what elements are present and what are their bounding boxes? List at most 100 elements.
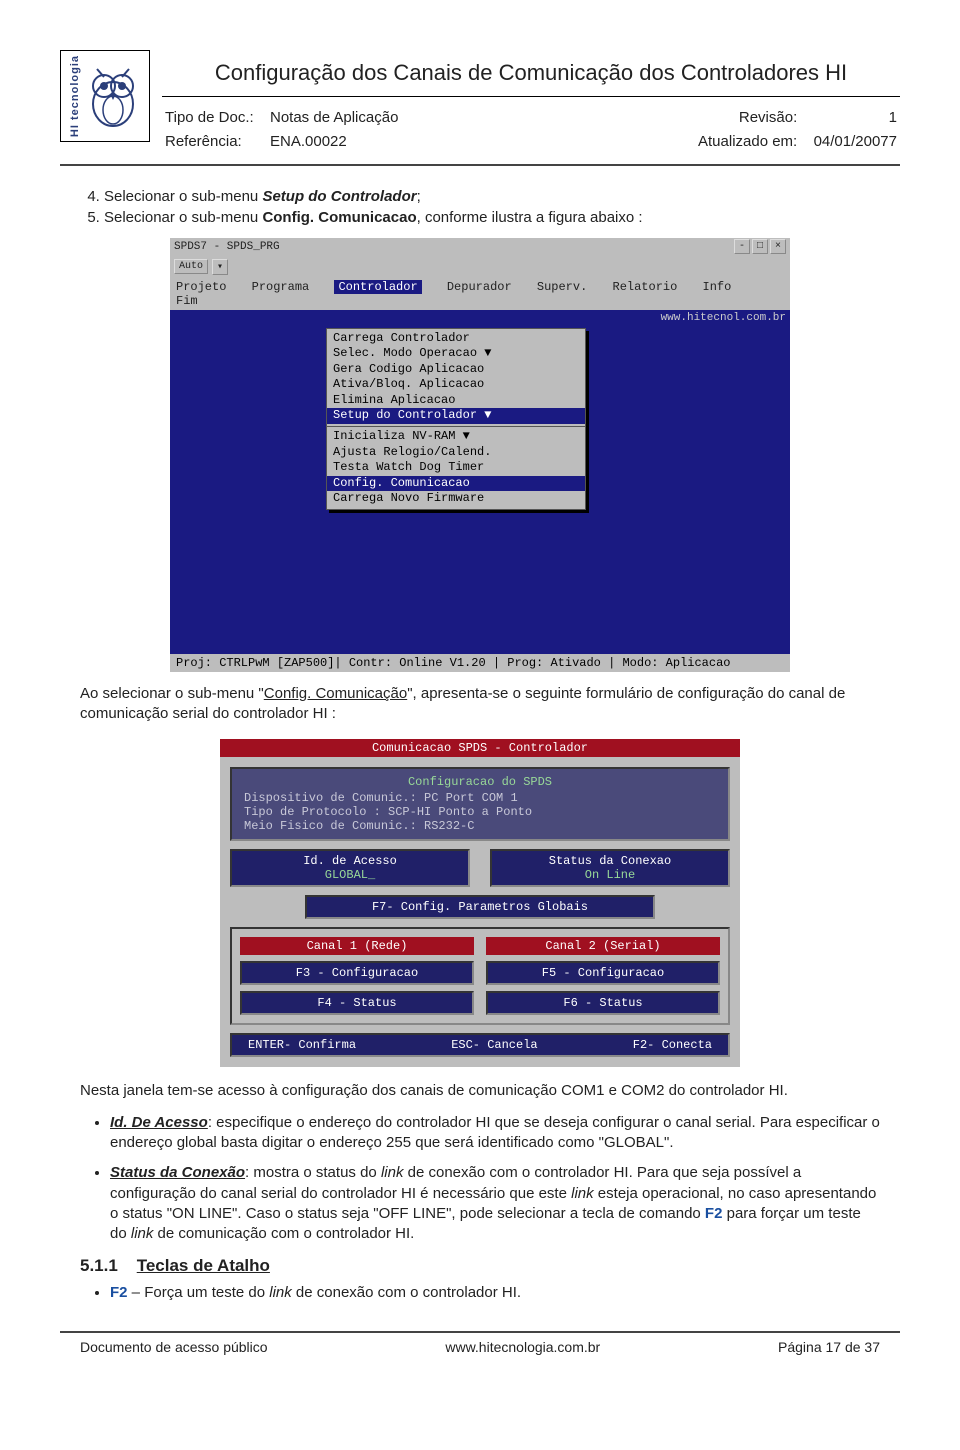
dd-ajusta: Ajusta Relogio/Calend. xyxy=(333,445,579,461)
sub-bullet-text2: de conexão com o controlador HI. xyxy=(292,1284,521,1301)
footer-right: Página 17 de 37 xyxy=(778,1339,880,1355)
step-5-text-c: , conforme ilustra a figura abaixo : xyxy=(417,209,643,226)
mid-paragraph: Ao selecionar o sub-menu "Config. Comuni… xyxy=(80,684,880,725)
sub-bullet-link: link xyxy=(269,1284,292,1301)
bullet-status-conexao: Status da Conexão: mostra o status do li… xyxy=(110,1163,880,1244)
toolbar-icon: ▾ xyxy=(212,259,228,275)
page-footer: Documento de acesso público www.hitecnol… xyxy=(60,1339,900,1355)
screenshot-spds-menu: SPDS7 - SPDS_PRG - □ × Auto ▾ Projeto Pr… xyxy=(170,238,790,673)
ss2-canal2-title: Canal 2 (Serial) xyxy=(486,937,720,955)
meta-doctype-value: Notas de Aplicação xyxy=(269,107,399,129)
ss2-f3: F3 - Configuracao xyxy=(240,961,474,985)
ss2-id-acesso: Id. de Acesso GLOBAL_ xyxy=(230,849,470,887)
ss2-title: Comunicacao SPDS - Controlador xyxy=(220,739,740,757)
dd-carrega: Carrega Controlador xyxy=(333,331,579,347)
dd-setup: Setup do Controlador ▼ xyxy=(327,408,585,424)
ss2-f7: F7- Config. Parametros Globais xyxy=(305,895,655,919)
mid-para-a: Ao selecionar o sub-menu " xyxy=(80,685,264,702)
dd-gera: Gera Codigo Aplicacao xyxy=(333,362,579,378)
dd-firmware: Carrega Novo Firmware xyxy=(333,491,579,507)
ss2-canal1-title: Canal 1 (Rede) xyxy=(240,937,474,955)
bullet-id-acesso: Id. De Acesso: especifique o endereço do… xyxy=(110,1113,880,1154)
sub-num: 5.1.1 xyxy=(80,1256,118,1275)
ss2-f4: F4 - Status xyxy=(240,991,474,1015)
menu-controlador: Controlador xyxy=(334,280,421,294)
step-4-text-c: ; xyxy=(417,188,421,205)
ss2-id-title: Id. de Acesso xyxy=(244,854,456,868)
ss2-footer: ENTER- Confirma ESC- Cancela F2- Conecta xyxy=(230,1033,730,1057)
meta-rev-value: 1 xyxy=(813,107,898,129)
doc-header: HI tecnologia Configuração dos Canais de… xyxy=(60,50,900,156)
ss2-meio: Meio Fisico de Comunic.: RS232-C xyxy=(244,819,716,833)
dd-elimina: Elimina Aplicacao xyxy=(333,393,579,409)
doc-title: Configuração dos Canais de Comunicação d… xyxy=(162,50,900,97)
close-icon: × xyxy=(770,239,786,254)
ss1-menubar: Projeto Programa Controlador Depurador S… xyxy=(170,278,790,310)
ss2-cfg-label: Configuracao do SPDS xyxy=(244,775,716,789)
ss2-esc: ESC- Cancela xyxy=(451,1038,537,1052)
ss2-dispositivo: Dispositivo de Comunic.: PC Port COM 1 xyxy=(244,791,716,805)
screenshot-comunicacao: Comunicacao SPDS - Controlador Configura… xyxy=(220,739,740,1067)
ss2-enter: ENTER- Confirma xyxy=(248,1038,356,1052)
bullet2-e: de comunicação com o controlador HI. xyxy=(153,1225,414,1242)
step-4-emph: Setup do Controlador xyxy=(262,188,416,205)
meta-ref-label: Referência: xyxy=(164,131,255,153)
subsection-heading: 5.1.1 Teclas de Atalho xyxy=(80,1256,880,1276)
ss1-auto-select: Auto xyxy=(174,259,208,274)
ss2-f5: F5 - Configuracao xyxy=(486,961,720,985)
numbered-steps: Selecionar o sub-menu Setup do Controlad… xyxy=(104,188,880,226)
menu-programa: Programa xyxy=(252,280,310,294)
meta-ref-value: ENA.00022 xyxy=(269,131,399,153)
ss1-url: www.hitecnol.com.br xyxy=(174,312,786,324)
sub-bullet-list: F2 – Força um teste do link de conexão c… xyxy=(110,1284,880,1301)
doc-meta: Tipo de Doc.: Notas de Aplicação Referên… xyxy=(162,97,900,156)
dd-ativa: Ativa/Bloq. Aplicacao xyxy=(333,377,579,393)
meta-doctype-label: Tipo de Doc.: xyxy=(164,107,255,129)
ss2-stat-val: On Line xyxy=(504,868,716,882)
sub-bullet-f2: F2 – Força um teste do link de conexão c… xyxy=(110,1284,880,1301)
maximize-icon: □ xyxy=(752,239,768,254)
ss1-window-title: SPDS7 - SPDS_PRG xyxy=(174,241,280,253)
ss1-dropdown: Carrega Controlador Selec. Modo Operacao… xyxy=(326,328,586,511)
menu-info: Info xyxy=(703,280,732,294)
bullet2-label: Status da Conexão xyxy=(110,1164,245,1181)
brand-text: HI tecnologia xyxy=(69,55,81,137)
meta-date-value: 04/01/20077 xyxy=(813,131,898,153)
ss2-status-conexao: Status da Conexao On Line xyxy=(490,849,730,887)
bullet1-label: Id. De Acesso xyxy=(110,1114,208,1131)
ss2-id-val: GLOBAL_ xyxy=(244,868,456,882)
owl-icon xyxy=(85,64,141,128)
sub-bullet-text: – Força um teste do xyxy=(128,1284,270,1301)
menu-depurador: Depurador xyxy=(447,280,512,294)
dd-testa: Testa Watch Dog Timer xyxy=(333,460,579,476)
ss2-config-spds: Configuracao do SPDS Dispositivo de Comu… xyxy=(230,767,730,841)
meta-rev-label: Revisão: xyxy=(697,107,798,129)
ss2-f6: F6 - Status xyxy=(486,991,720,1015)
meta-date-label: Atualizado em: xyxy=(697,131,798,153)
sub-title: Teclas de Atalho xyxy=(137,1256,270,1275)
footer-separator xyxy=(60,1331,900,1333)
step-4: Selecionar o sub-menu Setup do Controlad… xyxy=(104,188,880,205)
header-separator xyxy=(60,164,900,166)
minimize-icon: - xyxy=(734,239,750,254)
bullet2-link3: link xyxy=(131,1225,154,1242)
step-4-text-a: Selecionar o sub-menu xyxy=(104,188,262,205)
dd-inicializa: Inicializa NV-RAM ▼ xyxy=(333,429,579,445)
sub-bullet-f2-key: F2 xyxy=(110,1284,128,1301)
ss2-stat-title: Status da Conexao xyxy=(504,854,716,868)
bullet-list: Id. De Acesso: especifique o endereço do… xyxy=(110,1113,880,1245)
mid-para-b: Config. Comunicação xyxy=(264,685,407,702)
menu-relatorio: Relatorio xyxy=(613,280,678,294)
bullet2-link1: link xyxy=(381,1164,404,1181)
step-5-emph: Config. Comunicacao xyxy=(262,209,416,226)
dd-config-com: Config. Comunicacao xyxy=(327,476,585,492)
bullet2-f2: F2 xyxy=(705,1205,723,1222)
bullet2-a: : mostra o status do xyxy=(245,1164,381,1181)
menu-projeto: Projeto xyxy=(176,280,226,294)
dd-selec: Selec. Modo Operacao ▼ xyxy=(333,346,579,362)
ss1-statusbar: Proj: CTRLPwM [ZAP500]| Contr: Online V1… xyxy=(170,654,790,672)
step-5-text-a: Selecionar o sub-menu xyxy=(104,209,262,226)
brand-logo: HI tecnologia xyxy=(60,50,150,142)
menu-fim: Fim xyxy=(176,294,198,308)
footer-center: www.hitecnologia.com.br xyxy=(445,1339,600,1355)
